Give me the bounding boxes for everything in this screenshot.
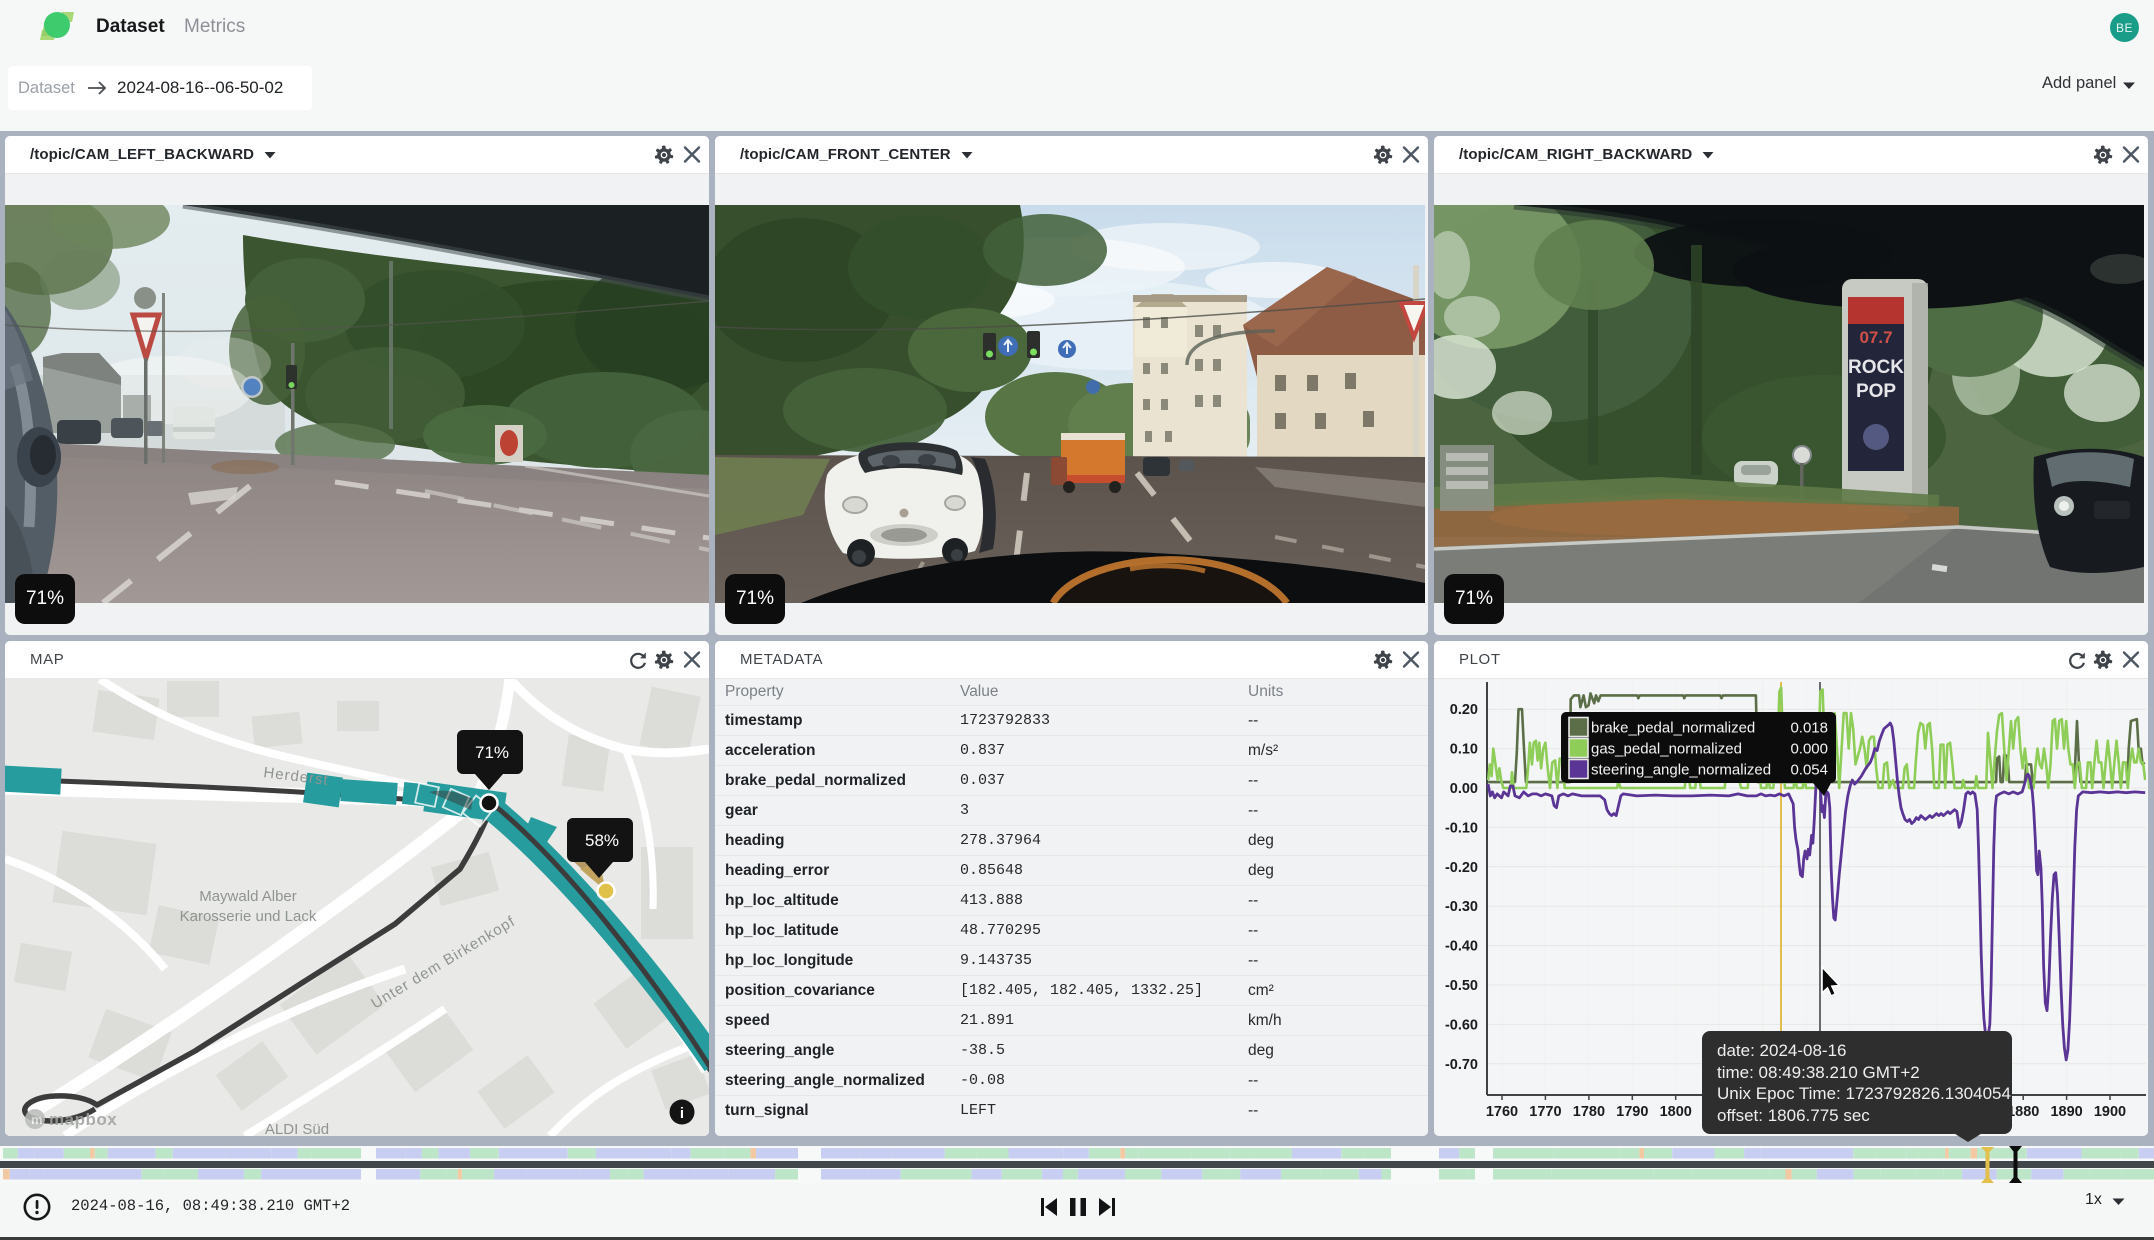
svg-text:1790: 1790	[1616, 1104, 1648, 1120]
svg-text:-0.60: -0.60	[1445, 1017, 1478, 1033]
svg-text:i: i	[680, 1105, 684, 1122]
svg-text:Karosserie und Lack: Karosserie und Lack	[180, 908, 317, 925]
svg-text:0.018: 0.018	[1790, 720, 1828, 737]
svg-text:ALDI Süd: ALDI Süd	[265, 1121, 329, 1136]
svg-text:0.054: 0.054	[1790, 762, 1828, 779]
svg-text:1780: 1780	[1573, 1104, 1605, 1120]
svg-text:steering_angle_normalized: steering_angle_normalized	[1591, 762, 1771, 779]
svg-text:mapbox: mapbox	[49, 1110, 117, 1129]
svg-text:71%: 71%	[475, 743, 509, 762]
svg-text:m: m	[31, 1112, 43, 1127]
svg-text:0.000: 0.000	[1790, 741, 1828, 758]
svg-text:ROCK: ROCK	[1848, 357, 1904, 378]
svg-text:0.20: 0.20	[1450, 702, 1478, 718]
svg-text:-0.30: -0.30	[1445, 899, 1478, 915]
svg-text:1800: 1800	[1660, 1104, 1692, 1120]
svg-text:-0.70: -0.70	[1445, 1057, 1478, 1073]
svg-text:gas_pedal_normalized: gas_pedal_normalized	[1591, 741, 1742, 758]
svg-text:1890: 1890	[2050, 1104, 2082, 1120]
svg-text:brake_pedal_normalized: brake_pedal_normalized	[1591, 720, 1755, 737]
svg-text:-0.40: -0.40	[1445, 939, 1478, 955]
svg-text:0.10: 0.10	[1450, 742, 1478, 758]
svg-text:POP: POP	[1856, 381, 1896, 402]
svg-text:-0.50: -0.50	[1445, 978, 1478, 994]
svg-text:1760: 1760	[1486, 1104, 1518, 1120]
svg-text:-0.10: -0.10	[1445, 820, 1478, 836]
svg-text:07.7: 07.7	[1859, 328, 1892, 347]
svg-text:0.00: 0.00	[1450, 781, 1478, 797]
svg-text:1900: 1900	[2094, 1104, 2126, 1120]
svg-text:1770: 1770	[1529, 1104, 1561, 1120]
svg-text:-0.20: -0.20	[1445, 860, 1478, 876]
svg-text:Maywald Alber: Maywald Alber	[199, 888, 297, 905]
svg-text:58%: 58%	[585, 831, 619, 850]
